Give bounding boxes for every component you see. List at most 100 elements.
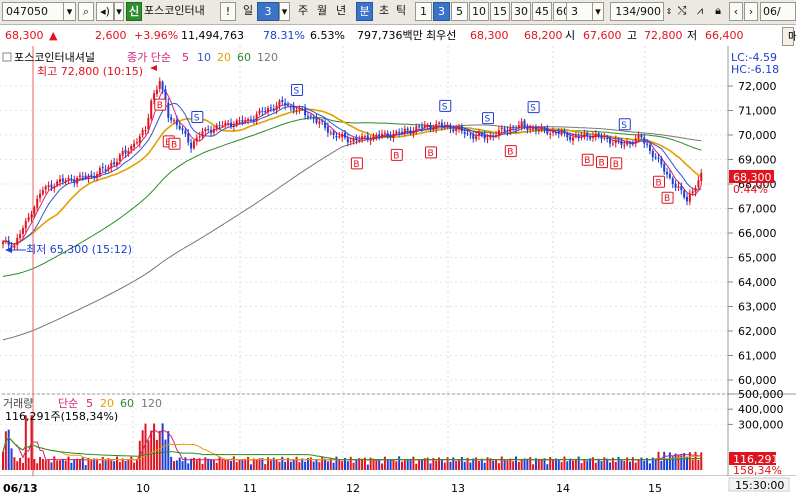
volume-bar <box>657 451 660 470</box>
interval-button-30[interactable]: 30 <box>511 2 531 21</box>
volume-bar <box>500 456 503 470</box>
price-panel-title: 포스코인터내셔널 <box>14 51 95 64</box>
buy-button[interactable]: 매수 <box>782 27 796 46</box>
candle-body <box>90 174 93 176</box>
candle-body <box>235 120 238 125</box>
candle-body <box>326 126 329 133</box>
volume-bar <box>178 457 181 470</box>
candle-body <box>554 132 557 134</box>
candle-body <box>654 157 657 159</box>
volume-bar <box>96 458 99 470</box>
period-month-button[interactable]: 월 <box>315 2 329 21</box>
volume-bar <box>577 456 580 470</box>
candle-body <box>398 131 401 133</box>
candle-body <box>406 128 409 131</box>
volume-bar <box>207 458 210 470</box>
candle-body <box>198 136 201 138</box>
period-tick-button[interactable]: 틱 <box>393 2 409 21</box>
period-day-label: 일 <box>242 4 254 17</box>
candle-body <box>81 176 84 178</box>
interval-button-45[interactable]: 45 <box>532 2 552 21</box>
period-minute-label: 분 <box>359 5 370 18</box>
volume-bar <box>412 456 415 470</box>
indicator-button[interactable]: ⩘ <box>692 2 708 21</box>
dropdown-icon: ▾ <box>116 5 122 18</box>
period-day-button[interactable]: 일 <box>240 2 256 21</box>
y-tick-label: 65,000 <box>738 252 777 265</box>
volume-bar <box>101 456 104 470</box>
next-button[interactable]: › <box>744 2 758 21</box>
volume-current-text: 116,291주(158,34%) <box>5 410 118 423</box>
stock-code-dropdown[interactable]: ▾ <box>63 2 76 21</box>
volume-bar <box>526 459 529 470</box>
volume-bar <box>697 459 700 470</box>
period-day-dropdown[interactable]: ▾ <box>279 2 290 21</box>
interval-button-5[interactable]: 5 <box>451 2 468 21</box>
volume-bar <box>383 456 386 470</box>
period-day-value[interactable]: 3 <box>257 2 279 21</box>
y-tick-label: 64,000 <box>738 276 777 289</box>
volume-bar <box>98 463 101 470</box>
volume-ratio: 78.31% <box>263 29 305 42</box>
volume-bar <box>683 453 686 470</box>
candle-body <box>167 102 170 118</box>
volume-bar <box>381 463 384 470</box>
interval-button-15[interactable]: 15 <box>490 2 510 21</box>
candle-body <box>537 130 540 132</box>
alert-button[interactable]: ! <box>220 2 236 21</box>
volume-bar <box>378 458 381 470</box>
stock-name-text: 포스코인터내 <box>144 4 205 17</box>
dropdown-icon: ▾ <box>281 5 288 18</box>
candle-body <box>318 121 321 124</box>
volume-bar <box>10 448 13 470</box>
volume-bar <box>292 459 295 470</box>
candle-body <box>341 133 344 138</box>
interval-button-10[interactable]: 10 <box>469 2 489 21</box>
volume-bar <box>64 460 67 470</box>
period-year-button[interactable]: 년 <box>334 2 348 21</box>
volume-panel-title: 거래량 <box>3 397 33 410</box>
period-minute-button[interactable]: 분 <box>356 2 373 21</box>
period-tick-label: 틱 <box>395 4 407 17</box>
search-button[interactable]: ⌕ <box>78 2 94 21</box>
volume-bar <box>155 439 158 470</box>
volume-bar <box>190 458 193 470</box>
speaker-dropdown[interactable]: ▾ <box>114 2 124 21</box>
interval-dropdown[interactable]: ▾ <box>592 2 604 21</box>
chart-area[interactable]: 72,00071,00070,00069,00068,00067,00066,0… <box>0 46 796 499</box>
signal-letter: B <box>393 151 399 161</box>
candle-body <box>59 179 61 183</box>
candle-body <box>329 132 332 134</box>
interval-button-1[interactable]: 1 <box>415 2 432 21</box>
volume-bar <box>329 458 332 470</box>
candle-body <box>110 163 113 168</box>
candle-body <box>21 228 24 234</box>
candle-body <box>218 125 221 127</box>
speaker-button[interactable]: ◂) <box>96 2 114 21</box>
date-input[interactable]: 06/ <box>760 2 796 21</box>
candle-body <box>215 125 218 129</box>
candle-body <box>691 191 694 194</box>
prev-button[interactable]: ‹ <box>729 2 743 21</box>
candle-body <box>93 176 96 178</box>
lock-button[interactable]: 🔒︎ <box>710 2 726 21</box>
candle-body <box>680 186 683 191</box>
interval-button-3[interactable]: 3 <box>433 2 450 21</box>
volume-bar <box>238 460 241 470</box>
compare-button[interactable]: ⤭ <box>674 2 690 21</box>
candle-body <box>486 138 489 140</box>
candle-body <box>677 186 680 189</box>
volume-bar <box>560 461 563 470</box>
volume-bar <box>47 459 50 470</box>
candle-body <box>401 132 403 134</box>
stock-code-input[interactable]: 047050 <box>2 2 64 21</box>
period-second-button[interactable]: 초 <box>376 2 392 21</box>
candle-body <box>361 136 364 140</box>
period-week-button[interactable]: 주 <box>296 2 310 21</box>
count-stepper[interactable]: ⇕ <box>665 2 673 21</box>
volume-bar <box>648 463 651 470</box>
volume-bar <box>660 460 663 470</box>
candle-body <box>210 129 213 133</box>
candle-body <box>569 136 572 140</box>
ma-legend-10: 10 <box>197 51 211 64</box>
